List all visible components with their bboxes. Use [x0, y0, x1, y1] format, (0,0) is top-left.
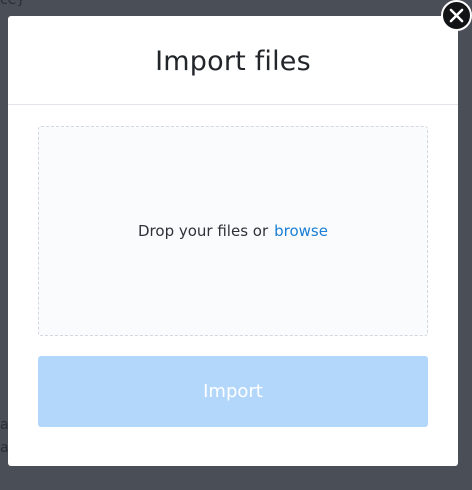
- file-dropzone[interactable]: Drop your files or browse: [38, 126, 428, 336]
- dialog-header: Import files: [8, 16, 458, 105]
- background-text: a: [0, 417, 8, 433]
- background-text: a: [0, 440, 8, 456]
- background-text: ce}: [0, 0, 26, 8]
- import-files-dialog: Import files Drop your files or browse I…: [8, 16, 458, 466]
- dialog-title: Import files: [155, 45, 311, 77]
- import-button[interactable]: Import: [38, 356, 428, 427]
- close-icon: [449, 8, 464, 23]
- browse-link[interactable]: browse: [274, 222, 328, 240]
- dropzone-prompt: Drop your files or: [138, 222, 269, 240]
- close-button[interactable]: [441, 0, 472, 31]
